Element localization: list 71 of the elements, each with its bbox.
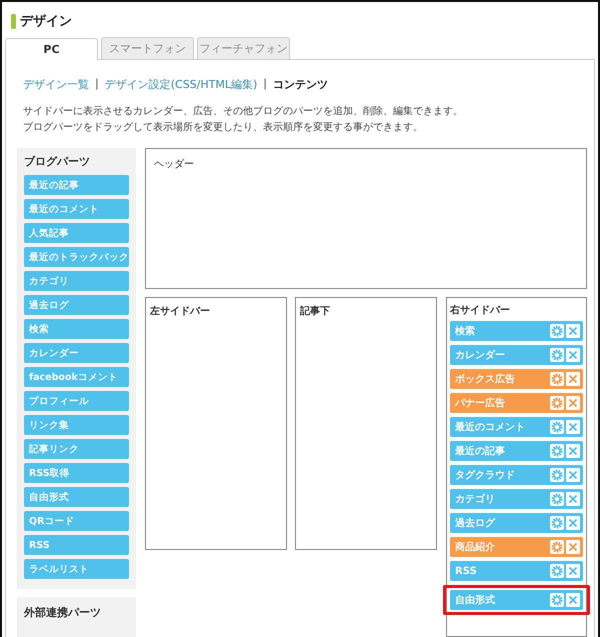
settings-icon[interactable] [550, 444, 564, 458]
sidebar-part[interactable]: 商品紹介 [450, 537, 583, 557]
blog-part[interactable]: カテゴリ [24, 271, 129, 291]
tab[interactable]: PC [5, 38, 98, 60]
breadcrumb-separator: | [263, 77, 267, 92]
breadcrumb-link[interactable]: デザイン一覧 [23, 77, 89, 92]
blog-part[interactable]: リンク集 [24, 415, 129, 435]
description-text: サイドバーに表示させるカレンダー、広告、その他ブログのパーツを追加、削除、編集できます。 [23, 104, 464, 119]
close-icon[interactable] [566, 444, 580, 458]
palette-title: ブログパーツ [24, 154, 91, 170]
close-icon[interactable] [566, 516, 580, 530]
blog-part[interactable]: 自由形式 [24, 487, 129, 507]
breadcrumb-link[interactable]: デザイン設定(CSS/HTML編集) [104, 77, 258, 92]
settings-icon[interactable] [550, 593, 564, 607]
description-text: ブログパーツをドラッグして表示場所を変更したり、表示順序を変更する事ができます。 [23, 120, 424, 135]
blog-part[interactable]: facebookコメント [24, 367, 129, 387]
blog-part[interactable]: ラベルリスト [24, 559, 129, 579]
close-icon[interactable] [566, 564, 580, 578]
blog-part[interactable]: 最近のトラックバック [24, 247, 129, 267]
blog-part[interactable]: プロフィール [24, 391, 129, 411]
sidebar-part[interactable]: バナー広告 [450, 393, 583, 413]
close-icon[interactable] [566, 324, 580, 338]
sidebar-part[interactable]: 検索 [450, 321, 583, 341]
blog-part[interactable]: カレンダー [24, 343, 129, 363]
close-icon[interactable] [566, 593, 580, 607]
close-icon[interactable] [566, 396, 580, 410]
area-title: 記事下 [300, 306, 330, 317]
sidebar-part[interactable]: カテゴリ [450, 489, 583, 509]
blog-part[interactable]: RSS [24, 535, 129, 555]
blog-part[interactable]: 人気記事 [24, 223, 129, 243]
external-parts-title: 外部連携パーツ [24, 606, 101, 619]
area-title: 右サイドバー [450, 304, 511, 317]
tab[interactable]: フィーチャフォン [197, 37, 290, 59]
close-icon[interactable] [566, 420, 580, 434]
close-icon[interactable] [566, 348, 580, 362]
sidebar-part[interactable]: タグクラウド [450, 465, 583, 485]
blog-part[interactable]: 記事リンク [24, 439, 129, 459]
settings-icon[interactable] [550, 540, 564, 554]
page-title: デザイン [20, 13, 72, 30]
settings-icon[interactable] [550, 372, 564, 386]
sidebar-part[interactable]: ボックス広告 [450, 369, 583, 389]
tab[interactable]: スマートフォン [101, 37, 194, 59]
sidebar-part[interactable]: 最近のコメント [450, 417, 583, 437]
title-marker [11, 14, 16, 28]
settings-icon[interactable] [550, 420, 564, 434]
settings-icon[interactable] [550, 564, 564, 578]
breadcrumb-separator: | [95, 77, 99, 92]
blog-part[interactable]: 検索 [24, 319, 129, 339]
close-icon[interactable] [566, 492, 580, 506]
breadcrumb-current: コンテンツ [272, 77, 328, 92]
settings-icon[interactable] [550, 348, 564, 362]
sidebar-part[interactable]: 自由形式 [450, 590, 583, 610]
settings-icon[interactable] [550, 396, 564, 410]
settings-icon[interactable] [550, 492, 564, 506]
settings-icon[interactable] [550, 324, 564, 338]
settings-icon[interactable] [550, 516, 564, 530]
close-icon[interactable] [566, 468, 580, 482]
blog-part[interactable]: 最近のコメント [24, 199, 129, 219]
close-icon[interactable] [566, 540, 580, 554]
blog-part[interactable]: 過去ログ [24, 295, 129, 315]
sidebar-part[interactable]: RSS [450, 561, 583, 581]
area-title: 左サイドバー [150, 306, 210, 317]
settings-icon[interactable] [550, 468, 564, 482]
sidebar-part[interactable]: 最近の記事 [450, 441, 583, 461]
blog-part[interactable]: 最近の記事 [24, 175, 129, 195]
sidebar-part[interactable]: カレンダー [450, 345, 583, 365]
blog-part[interactable]: RSS取得 [24, 463, 129, 483]
close-icon[interactable] [566, 372, 580, 386]
area-title: ヘッダー [154, 159, 194, 170]
blog-part[interactable]: QRコード [24, 511, 129, 531]
sidebar-part[interactable]: 過去ログ [450, 513, 583, 533]
